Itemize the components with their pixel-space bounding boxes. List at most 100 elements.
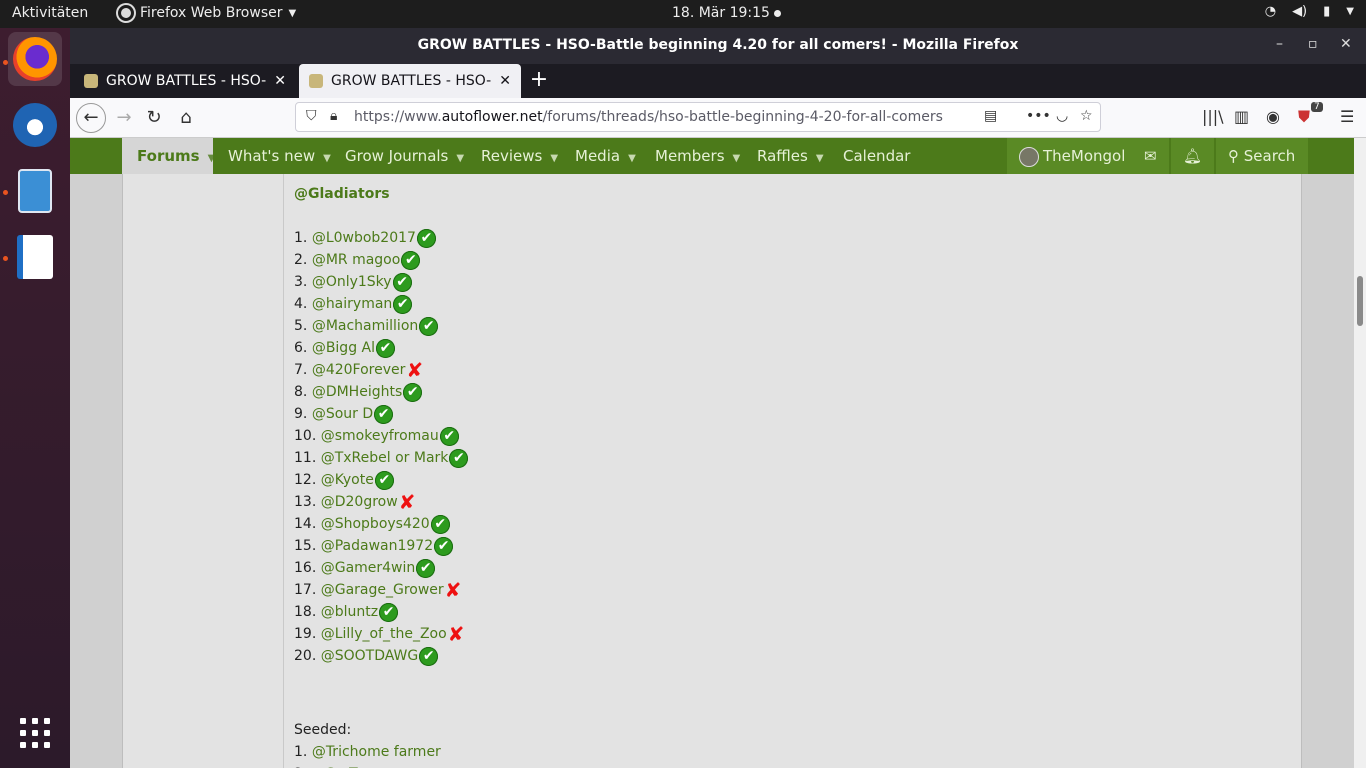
cross-icon: ✘ [398,490,416,514]
list-item: 2. @St. Tom [294,763,377,768]
chevron-down-icon[interactable]: ▼ [208,153,216,164]
post-user-column [123,174,284,768]
user-mention-link[interactable]: @TxRebel or Mark [321,450,449,466]
home-icon[interactable]: ⌂ [172,104,200,132]
user-mention-link[interactable]: @D20grow [321,494,398,510]
activities-button[interactable]: Aktivitäten [12,5,88,21]
nav-media[interactable]: Media ▼ [575,138,636,174]
scrollbar-thumb[interactable] [1357,276,1363,326]
dock-files[interactable] [8,164,62,218]
nav-calendar[interactable]: Calendar [843,138,910,174]
reload-icon[interactable]: ↻ [140,104,168,132]
user-mention-link[interactable]: @Shopboys420 [321,516,430,532]
clock[interactable]: 18. Mär 19:15 [672,5,781,21]
library-icon[interactable]: |||\ [1202,107,1224,126]
list-item: 19. @Lilly_of_the_Zoo✘ [294,623,464,645]
chevron-down-icon[interactable]: ▼ [816,153,824,164]
chevron-down-icon[interactable]: ▼ [323,153,331,164]
list-number: 10. [294,428,317,444]
nav-raffles[interactable]: Raffles ▼ [757,138,824,174]
window-title: GROW BATTLES - HSO-Battle beginning 4.20… [417,37,1019,53]
extension-shield-icon[interactable]: ⛊ [1298,107,1310,127]
sidebar-icon[interactable]: ▥ [1234,107,1249,126]
account-icon[interactable]: ◉ [1266,107,1280,126]
lock-icon[interactable]: 🔒︎ [330,108,337,124]
user-mention-link[interactable]: @L0wbob2017 [312,230,416,246]
alerts-bell-icon[interactable]: 🔔︎ [1171,138,1215,174]
close-window-button[interactable]: ✕ [1340,36,1352,52]
url-bar[interactable]: ⛉ 🔒︎ https://www.autoflower.net/forums/t… [295,102,1101,132]
user-mention-link[interactable]: @smokeyfromau [321,428,439,444]
list-item: 7. @420Forever✘ [294,359,423,381]
tab-2-selected[interactable]: GROW BATTLES - HSO-Battle beginning 4.20… [299,64,521,98]
user-mention-link[interactable]: @Trichome farmer [312,744,441,760]
user-mention-link[interactable]: @Only1Sky [312,274,392,290]
chevron-down-icon[interactable]: ▼ [733,153,741,164]
list-item: 18. @bluntz ✔ [294,601,399,623]
chevron-down-icon: ▼ [288,7,297,19]
user-mention-link[interactable]: @Kyote [321,472,374,488]
nav-whats-new[interactable]: What's new ▼ [228,138,331,174]
user-mention-link[interactable]: @Gamer4win [321,560,416,576]
cross-icon: ✘ [444,578,462,602]
url-path: /forums/threads/hso-battle-beginning-4-2… [542,109,944,125]
bookmark-star-icon[interactable]: ☆ [1080,108,1093,124]
list-number: 2. [294,252,308,268]
page-scrollbar[interactable] [1354,138,1366,768]
nav-grow-journals[interactable]: Grow Journals ▼ [345,138,464,174]
user-mention-link[interactable]: @bluntz [321,604,378,620]
user-mention-link[interactable]: @Sour D [312,406,373,422]
nav-members[interactable]: Members ▼ [655,138,740,174]
list-number: 14. [294,516,317,532]
list-item: 17. @Garage_Grower✘ [294,579,461,601]
hamburger-menu-icon[interactable]: ☰ [1340,107,1354,126]
check-icon: ✔ [374,404,394,424]
chevron-down-icon[interactable]: ▼ [550,153,558,164]
new-tab-button[interactable]: + [526,68,552,94]
maximize-button[interactable]: ▫ [1308,36,1318,52]
check-icon: ✔ [449,448,469,468]
user-mention-link[interactable]: @Lilly_of_the_Zoo [321,626,447,642]
minimize-button[interactable]: – [1276,36,1283,52]
chevron-down-icon[interactable]: ▼ [628,153,636,164]
check-icon: ✔ [439,426,459,446]
dock-thunderbird[interactable] [8,98,62,152]
list-number: 1. [294,744,308,760]
reader-view-icon[interactable]: ▤ [984,108,997,124]
user-mention-link[interactable]: @Padawan1972 [321,538,433,554]
inbox-envelope-icon[interactable]: ✉ [1132,138,1169,174]
user-mention-link[interactable]: @hairyman [312,296,392,312]
dock-libreoffice-writer[interactable] [8,230,62,284]
user-menu[interactable]: TheMongol [1007,138,1138,174]
user-mention-link[interactable]: @MR magoo [312,252,401,268]
user-mention-link[interactable]: @SOOTDAWG [321,648,419,664]
app-menu[interactable]: Firefox Web Browser ▼ [118,5,296,21]
nav-reviews[interactable]: Reviews ▼ [481,138,558,174]
forward-arrow-icon[interactable]: → [110,104,138,132]
close-tab-icon[interactable]: ✕ [499,73,511,89]
post-heading-mention[interactable]: @Gladiators [294,186,390,202]
search-button[interactable]: ⚲ Search [1216,138,1308,174]
show-applications-icon[interactable] [20,718,50,748]
list-item: 11. @TxRebel or Mark ✔ [294,447,469,469]
system-tray[interactable]: ◔ ◀) ▮ ▼ [1265,4,1354,19]
tab-1[interactable]: GROW BATTLES - HSO-Battle beginning 4.20… [74,64,296,98]
list-item: 1. @Trichome farmer [294,741,441,763]
user-mention-link[interactable]: @Garage_Grower [321,582,444,598]
user-mention-link[interactable]: @Machamillion [312,318,418,334]
seeded-label: Seeded: [294,722,352,738]
user-mention-link[interactable]: @420Forever [312,362,406,378]
close-tab-icon[interactable]: ✕ [274,73,286,89]
nav-forums[interactable]: Forums ▼ [122,138,216,174]
page-actions-icon[interactable]: ••• [1026,108,1051,124]
shield-icon[interactable]: ⛉ [306,108,317,124]
dock-firefox[interactable] [8,32,62,86]
back-arrow-icon[interactable]: ← [76,103,106,133]
url-text[interactable]: https://www.autoflower.net/forums/thread… [354,109,944,125]
pocket-icon[interactable]: ◡ [1056,108,1068,124]
user-mention-link[interactable]: @Bigg Al [312,340,375,356]
check-icon: ✔ [403,382,423,402]
list-item: 20. @SOOTDAWG ✔ [294,645,439,667]
chevron-down-icon[interactable]: ▼ [456,153,464,164]
user-mention-link[interactable]: @DMHeights [312,384,402,400]
